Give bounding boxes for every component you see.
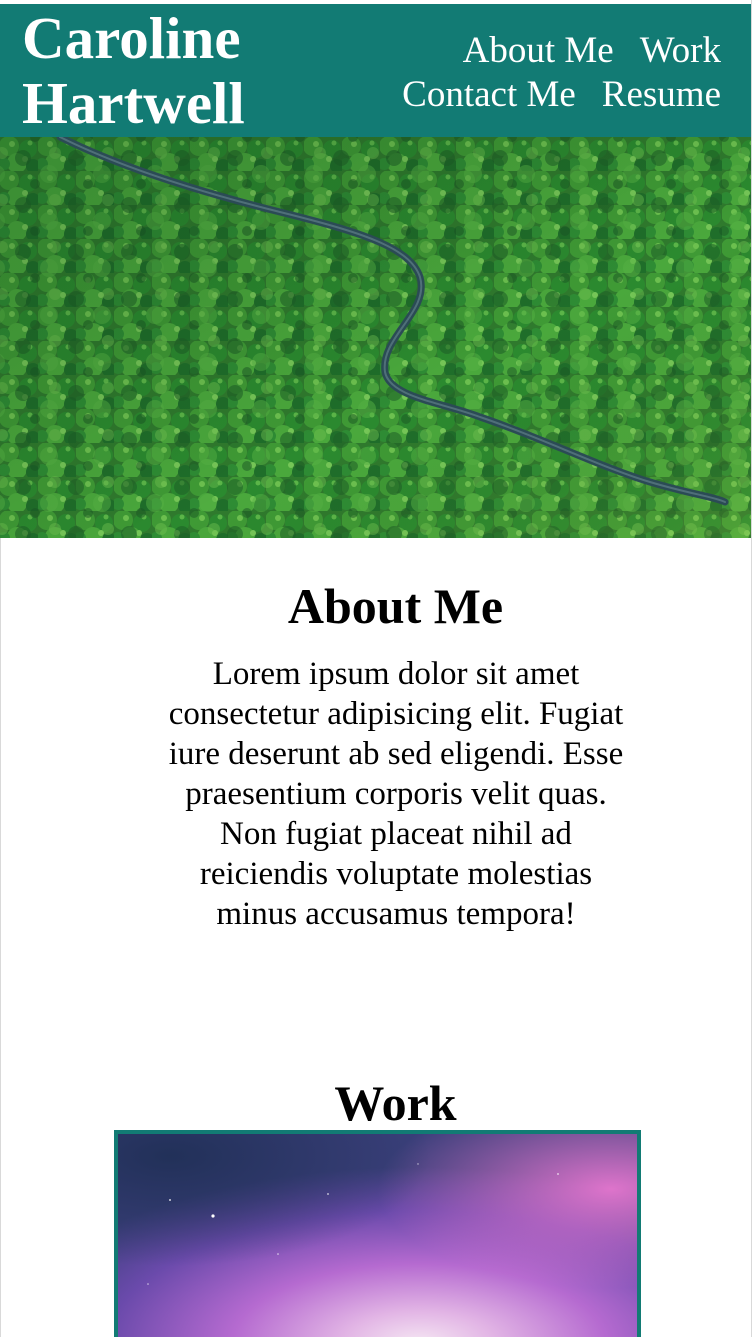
nav-row-2: Contact Me Resume: [341, 73, 721, 117]
nav-link-about-me[interactable]: About Me: [463, 30, 614, 71]
aerial-forest-road-image: [0, 137, 751, 538]
main-nav: About Me Work Contact Me Resume: [341, 29, 721, 117]
page-right-border: [751, 0, 752, 1337]
page-left-border: [0, 538, 1, 1337]
nav-link-contact-me[interactable]: Contact Me: [402, 74, 576, 115]
work-heading: Work: [334, 1075, 457, 1131]
site-title-line-1: Caroline: [22, 5, 241, 71]
nav-link-resume[interactable]: Resume: [602, 74, 721, 115]
portfolio-page: Caroline Hartwell About Me Work Contact M…: [0, 0, 755, 1337]
nav-row-1: About Me Work: [341, 29, 721, 73]
about-me-heading: About Me: [287, 578, 504, 634]
site-title[interactable]: Caroline Hartwell: [22, 6, 245, 136]
purple-nebula-image: [118, 1134, 637, 1337]
hero-image: [0, 137, 751, 538]
work-project-card[interactable]: [114, 1130, 641, 1337]
site-title-line-2: Hartwell: [22, 70, 245, 136]
nav-link-work[interactable]: Work: [640, 30, 721, 71]
site-header: Caroline Hartwell About Me Work Contact M…: [0, 4, 751, 137]
about-me-text: Lorem ipsum dolor sit amet consectetur a…: [168, 656, 624, 932]
